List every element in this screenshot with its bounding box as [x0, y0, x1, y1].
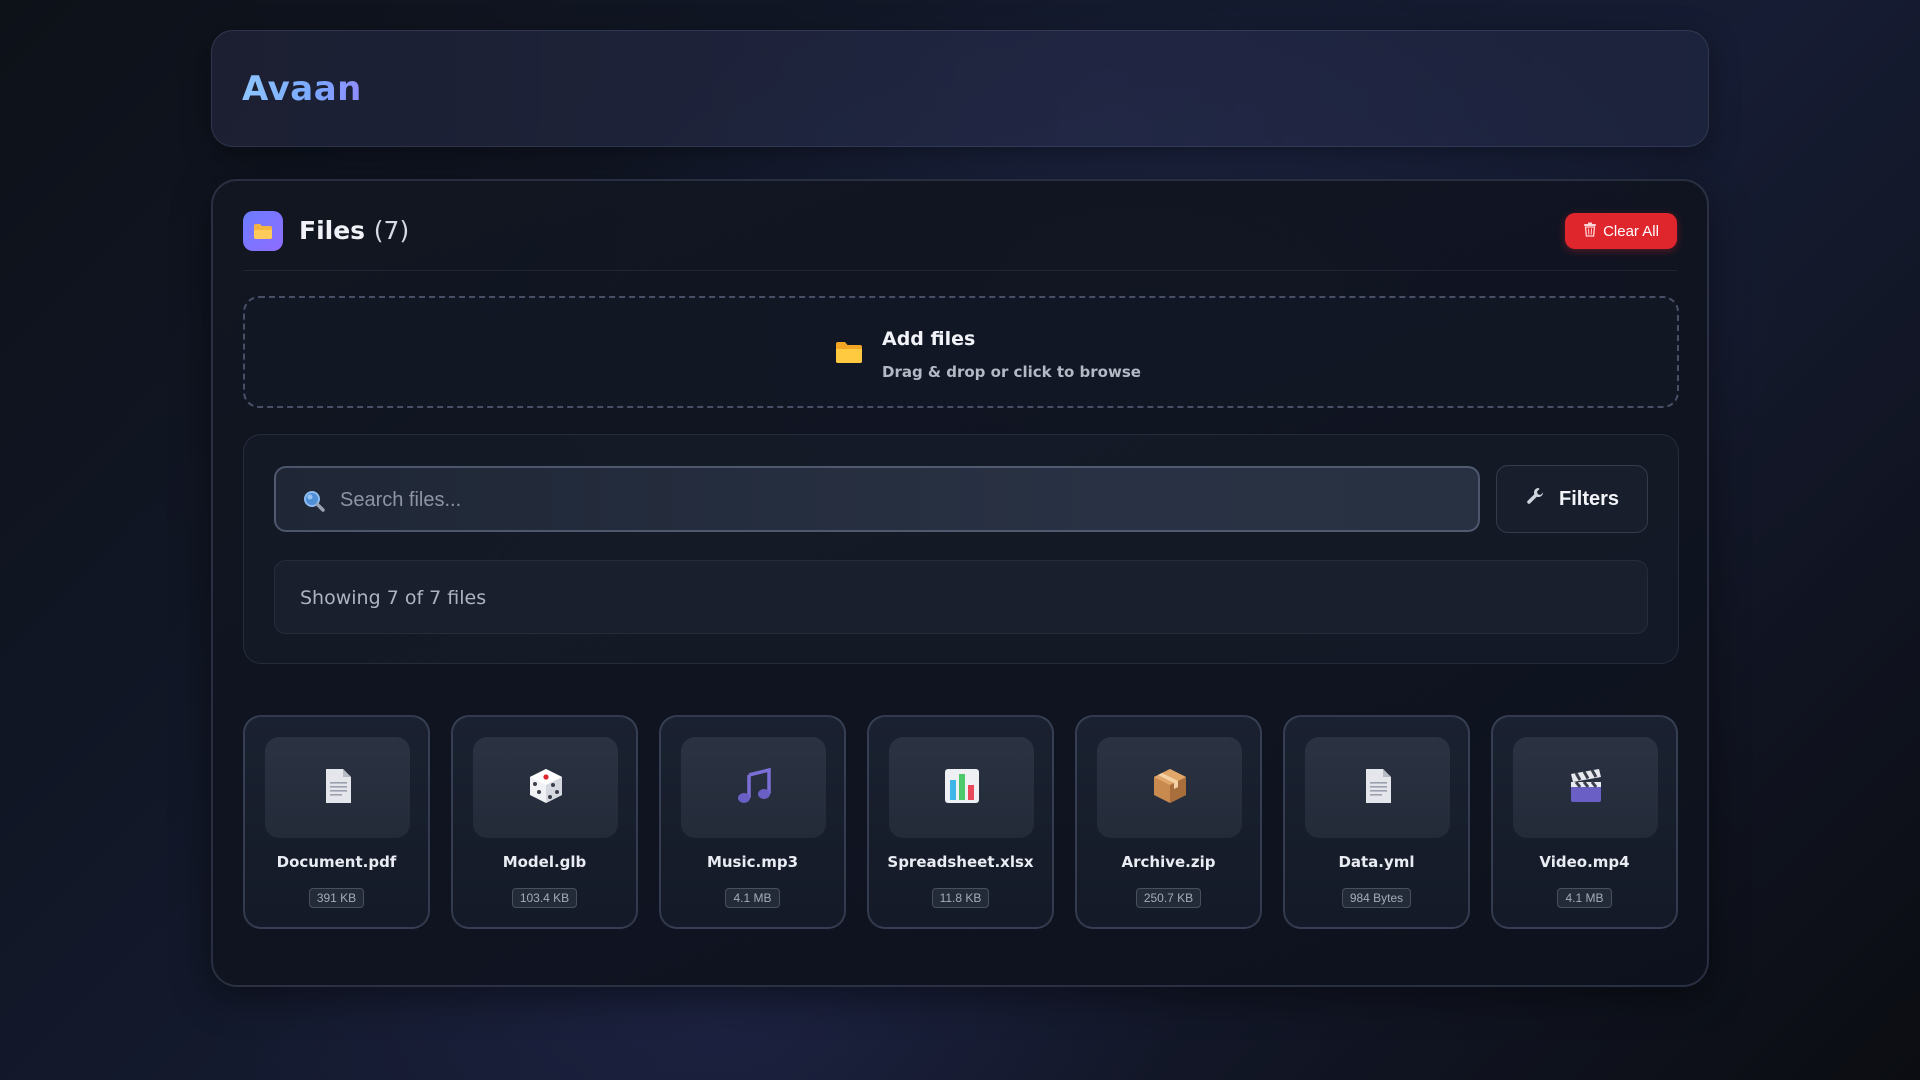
file-card[interactable]: Video.mp4 4.1 MB [1491, 715, 1678, 929]
files-count: (7) [373, 216, 410, 245]
file-name: Model.glb [502, 853, 587, 871]
file-thumbnail [1513, 737, 1658, 838]
results-summary: Showing 7 of 7 files [274, 560, 1648, 634]
file-card[interactable]: Model.glb 103.4 KB [451, 715, 638, 929]
file-card[interactable]: Data.yml 984 Bytes [1283, 715, 1470, 929]
app-header: Avaan [211, 30, 1709, 147]
file-grid: Document.pdf 391 KB Model.glb 103.4 KB M… [243, 715, 1679, 929]
file-name: Video.mp4 [1539, 853, 1630, 871]
clear-all-label: Clear All [1603, 222, 1659, 240]
file-size-badge: 4.1 MB [725, 888, 780, 908]
file-name: Spreadsheet.xlsx [887, 853, 1034, 871]
search-icon [302, 489, 326, 517]
file-card[interactable]: Spreadsheet.xlsx 11.8 KB [867, 715, 1054, 929]
clapper-icon [1568, 768, 1604, 808]
file-size-badge: 11.8 KB [931, 888, 990, 908]
music-note-icon [735, 767, 773, 809]
file-card[interactable]: Document.pdf 391 KB [243, 715, 430, 929]
file-thumbnail [1305, 737, 1450, 838]
file-thumbnail [473, 737, 618, 838]
file-size-badge: 4.1 MB [1557, 888, 1612, 908]
folder-badge-icon [243, 211, 283, 251]
filters-button[interactable]: Filters [1496, 465, 1648, 533]
folder-icon [835, 340, 863, 368]
document-icon [1363, 768, 1393, 808]
file-size-badge: 103.4 KB [511, 888, 578, 908]
search-box [274, 466, 1480, 532]
clear-all-button[interactable]: Clear All [1565, 213, 1677, 249]
document-icon [323, 768, 353, 808]
file-name: Archive.zip [1121, 853, 1216, 871]
file-card[interactable]: Archive.zip 250.7 KB [1075, 715, 1262, 929]
search-input[interactable] [340, 480, 1440, 520]
wrench-icon [1525, 486, 1545, 512]
file-name: Document.pdf [276, 853, 397, 871]
dropzone-title: Add files [882, 328, 976, 350]
dice-icon [527, 767, 565, 809]
results-summary-text: Showing 7 of 7 files [300, 587, 487, 609]
file-size-badge: 391 KB [308, 888, 365, 908]
filters-label: Filters [1558, 487, 1620, 510]
file-thumbnail [681, 737, 826, 838]
dropzone-subtitle: Drag & drop or click to browse [882, 363, 1141, 381]
file-thumbnail [889, 737, 1034, 838]
file-dropzone[interactable]: Add files Drag & drop or click to browse [243, 296, 1679, 408]
file-size-badge: 984 Bytes [1341, 888, 1412, 908]
file-thumbnail [265, 737, 410, 838]
files-heading-label: Files [299, 216, 366, 245]
files-panel-header: Files (7) Clear All [243, 211, 1677, 271]
file-size-badge: 250.7 KB [1135, 888, 1202, 908]
files-panel: Files (7) Clear All Add files Drag & dro… [211, 179, 1709, 987]
file-name: Music.mp3 [706, 853, 799, 871]
bar-chart-icon [944, 768, 980, 808]
file-name: Data.yml [1338, 853, 1415, 871]
files-heading: Files (7) [299, 216, 409, 245]
search-panel: Filters Showing 7 of 7 files [243, 434, 1679, 664]
trash-icon [1583, 222, 1597, 241]
file-card[interactable]: Music.mp3 4.1 MB [659, 715, 846, 929]
brand-title: Avaan [242, 69, 362, 109]
package-icon [1152, 767, 1188, 809]
file-thumbnail [1097, 737, 1242, 838]
